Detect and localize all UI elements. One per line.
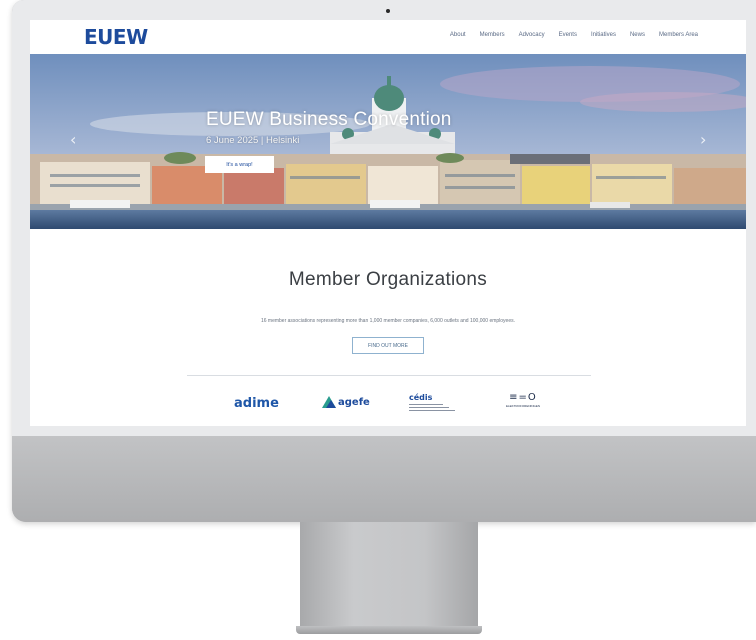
elektroforeningen-text: ELEKTROFORENINGEN: [505, 404, 540, 408]
nav-advocacy[interactable]: Advocacy: [519, 32, 545, 38]
cedis-tagline-lines: [409, 404, 459, 411]
nav-members-area[interactable]: Members Area: [659, 32, 698, 38]
camera-dot: [386, 9, 390, 13]
site-header: EUEW About Members Advocacy Events Initi…: [30, 20, 746, 55]
carousel-prev-icon[interactable]: ‹: [70, 130, 76, 149]
find-out-more-button[interactable]: FIND OUT MORE: [352, 337, 424, 354]
section-divider: [187, 375, 591, 376]
site-logo[interactable]: EUEW: [84, 25, 148, 49]
agefe-logo[interactable]: agefe: [322, 396, 370, 408]
nav-initiatives[interactable]: Initiatives: [591, 32, 616, 38]
hero-subtitle: 6 June 2025 | Helsinki: [206, 135, 300, 146]
member-logos-strip: adime agefe cédis ≡=O ELEKTROFORENINGEN: [30, 388, 746, 418]
members-section-title: Member Organizations: [288, 269, 488, 290]
hero-title: EUEW Business Convention: [206, 109, 452, 130]
its-a-wrap-button[interactable]: It's a wrap!: [205, 156, 274, 173]
elektroforeningen-logo[interactable]: ≡=O ELEKTROFORENINGEN: [496, 392, 550, 408]
nav-members[interactable]: Members: [480, 32, 505, 38]
website-screen: EUEW About Members Advocacy Events Initi…: [30, 20, 746, 426]
main-nav: About Members Advocacy Events Initiative…: [450, 32, 698, 38]
agefe-mark-icon: [322, 396, 336, 408]
elektroforeningen-mark: ≡=O: [509, 392, 537, 403]
helsinki-skyline-image: [30, 54, 746, 229]
monitor-stand: [300, 522, 478, 628]
nav-news[interactable]: News: [630, 32, 645, 38]
cedis-logo[interactable]: cédis: [409, 393, 459, 411]
monitor-chin: [12, 436, 756, 522]
hero-banner: EUEW Business Convention 6 June 2025 | H…: [30, 54, 746, 229]
adime-logo[interactable]: adime: [234, 396, 279, 411]
nav-about[interactable]: About: [450, 32, 466, 38]
members-description: 16 member associations representing more…: [260, 318, 516, 324]
nav-events[interactable]: Events: [559, 32, 577, 38]
agefe-logo-text: agefe: [338, 396, 370, 408]
monitor-stand-base: [296, 626, 482, 634]
carousel-next-icon[interactable]: ›: [700, 130, 706, 149]
cedis-logo-text: cédis: [409, 393, 433, 402]
